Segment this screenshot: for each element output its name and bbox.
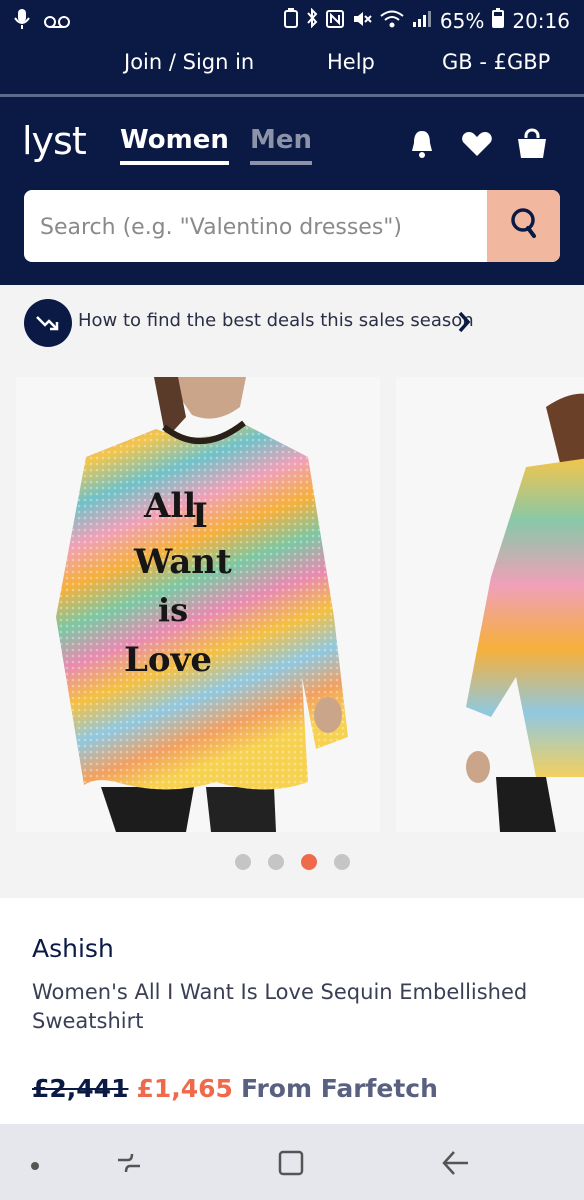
top-links-bar: Join / Sign in Help GB - £GBP [0,40,584,94]
saver-icon [283,8,298,33]
product-image-carousel[interactable]: All I Want is Love [0,362,584,898]
search-icon [509,207,539,246]
trend-down-icon [24,299,72,347]
dot-indicator-icon [30,1158,40,1176]
currency-selector[interactable]: GB - £GBP [442,50,550,74]
sales-guide-banner[interactable]: How to find the best deals this sales se… [0,285,584,363]
heart-icon[interactable] [460,127,494,161]
carousel-dots [0,854,584,870]
mute-icon [352,9,372,33]
help-link[interactable]: Help [327,50,375,74]
microphone-icon [14,8,30,35]
recent-apps-icon[interactable] [114,1148,144,1183]
retailer-link[interactable]: From Farfetch [241,1074,438,1103]
original-price: £2,441 [32,1074,129,1103]
product-brand[interactable]: Ashish [32,934,114,963]
home-icon[interactable] [276,1148,306,1183]
search-bar [24,190,560,262]
tab-women[interactable]: Women [120,125,229,165]
back-icon[interactable] [440,1148,470,1183]
product-name: Women's All I Want Is Love Sequin Embell… [32,980,528,1033]
sweater-print-line-4: is [158,591,188,629]
sale-price: £1,465 [136,1074,233,1103]
battery-icon [492,8,505,33]
search-button[interactable] [487,190,560,262]
product-image-main[interactable]: All I Want is Love [16,377,380,832]
bell-icon[interactable] [405,127,439,161]
chevron-right-icon [456,309,472,340]
sales-guide-text: How to find the best deals this sales se… [78,310,474,331]
battery-percent: 65% [439,8,485,33]
nfc-icon [325,9,344,33]
join-sign-in-link[interactable]: Join / Sign in [124,50,254,74]
product-image-next[interactable] [396,377,584,832]
site-header: lyst Women Men [0,97,584,285]
carousel-dot-1[interactable] [234,854,251,870]
search-input[interactable] [24,190,502,262]
voicemail-icon [44,10,70,34]
wifi-icon [380,9,404,33]
carousel-dot-4[interactable] [333,854,350,870]
sweater-print-line-2: I [192,496,208,536]
lyst-logo[interactable]: lyst [22,119,87,163]
signal-icon [412,9,432,33]
sweater-print-line-3: Want [133,542,232,582]
product-details: Ashish Women's All I Want Is Love Sequin… [0,898,584,1124]
clock: 20:16 [512,8,570,33]
android-nav-bar [0,1124,584,1200]
bag-icon[interactable] [515,127,549,161]
carousel-dot-3[interactable] [300,854,317,870]
status-bar: 65% 20:16 [0,0,584,40]
product-prices: £2,441 £1,465 From Farfetch [32,1074,438,1103]
tab-men[interactable]: Men [250,125,313,165]
bluetooth-icon [306,7,318,33]
carousel-dot-2[interactable] [267,854,284,870]
sweater-print-line-5: Love [124,640,212,680]
sweater-print-line-1: All [143,486,196,526]
